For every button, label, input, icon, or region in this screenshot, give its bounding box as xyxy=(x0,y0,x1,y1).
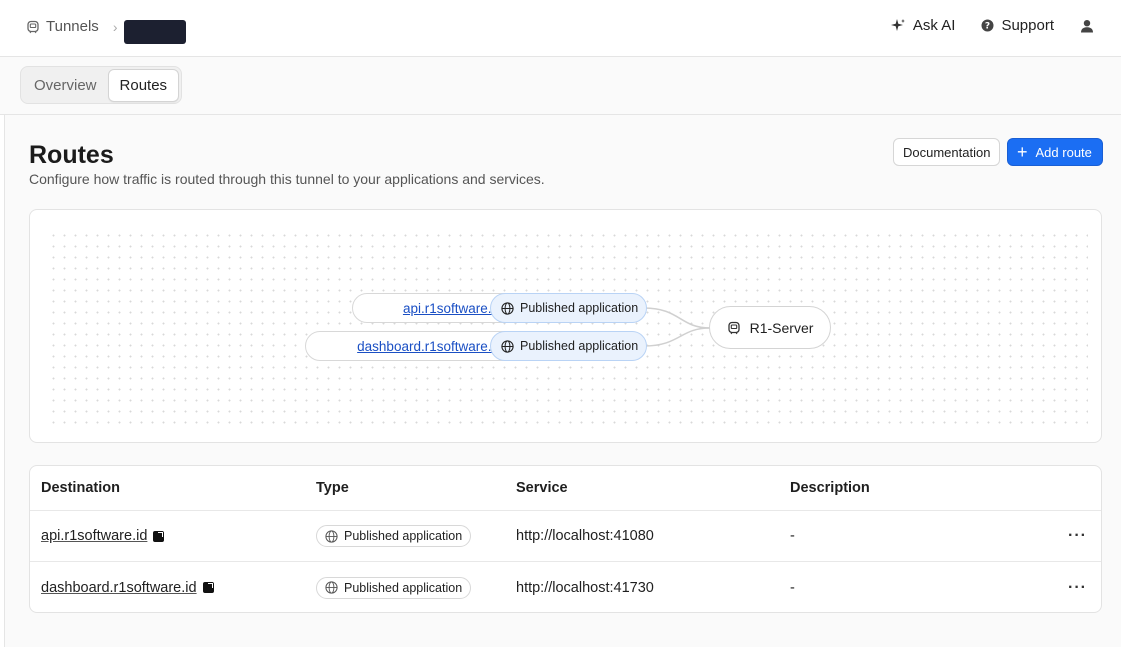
top-bar: Tunnels › Ask AI ? Support xyxy=(0,0,1121,57)
tab-routes[interactable]: Routes xyxy=(107,68,180,102)
column-header-description: Description xyxy=(790,480,870,496)
ask-ai-button[interactable]: Ask AI xyxy=(890,17,956,34)
description-cell: - xyxy=(790,528,795,544)
destination-cell: api.r1software.id xyxy=(41,511,165,561)
table-row: api.r1software.id Published application … xyxy=(30,511,1101,562)
external-link-icon[interactable] xyxy=(202,582,214,593)
type-cell: Published application xyxy=(316,511,472,561)
route-connectors xyxy=(643,307,711,347)
diagram-hostname-link[interactable]: api.r1software.id xyxy=(403,301,502,316)
row-actions-button[interactable]: ··· xyxy=(1068,511,1087,561)
destination-link[interactable]: api.r1software.id xyxy=(41,528,147,544)
chevron-right-icon: › xyxy=(112,18,118,35)
ask-ai-label: Ask AI xyxy=(912,17,956,34)
column-header-service: Service xyxy=(516,480,568,496)
svg-text:?: ? xyxy=(985,22,990,32)
tabs-row: Overview Routes xyxy=(0,57,1121,115)
type-badge-label: Published application xyxy=(344,580,463,595)
type-cell: Published application xyxy=(316,562,472,612)
plus-icon: + xyxy=(1017,142,1028,162)
external-link-icon[interactable] xyxy=(153,530,165,542)
description-cell: - xyxy=(790,579,795,596)
destination-cell: dashboard.r1software.id xyxy=(41,562,214,612)
tab-overview[interactable]: Overview xyxy=(23,70,108,101)
column-header-destination: Destination xyxy=(41,480,120,496)
sparkle-icon xyxy=(890,18,905,31)
breadcrumb: Tunnels › xyxy=(26,18,129,35)
tunnel-icon xyxy=(727,321,740,334)
breadcrumb-tunnels-link[interactable]: Tunnels xyxy=(46,18,99,35)
diagram-type-label: Published application xyxy=(520,301,639,315)
routes-diagram: api.r1software.id Published application … xyxy=(29,209,1102,443)
row-actions-button[interactable]: ··· xyxy=(1068,562,1087,612)
support-label: Support xyxy=(1001,17,1054,34)
server-name: R1-Server xyxy=(749,319,814,336)
page-subtitle: Configure how traffic is routed through … xyxy=(29,171,545,187)
globe-icon xyxy=(501,339,514,353)
breadcrumb-current-redacted xyxy=(124,20,186,44)
documentation-button[interactable]: Documentation xyxy=(893,138,1001,166)
diagram-route-type: Published application xyxy=(490,293,648,323)
diagram-server-node[interactable]: R1-Server xyxy=(709,306,831,349)
diagram-route-type: Published application xyxy=(490,331,648,361)
table-header: Destination Type Service Description xyxy=(30,466,1101,511)
type-badge-label: Published application xyxy=(344,529,463,543)
user-menu-button[interactable] xyxy=(1080,19,1101,33)
globe-icon xyxy=(501,301,514,315)
diagram-hostname-link[interactable]: dashboard.r1software.id xyxy=(357,339,502,354)
add-route-button[interactable]: + Add route xyxy=(1007,138,1103,166)
tunnel-icon xyxy=(27,20,39,33)
globe-icon xyxy=(325,529,338,543)
service-cell: http://localhost:41730 xyxy=(516,579,654,596)
support-button[interactable]: ? Support xyxy=(981,17,1054,34)
globe-icon xyxy=(325,581,338,594)
tab-bar: Overview Routes xyxy=(20,66,183,104)
page-title: Routes xyxy=(29,141,114,169)
routes-table: Destination Type Service Description api… xyxy=(29,465,1102,613)
diagram-type-label: Published application xyxy=(520,339,639,353)
user-icon xyxy=(1081,19,1093,32)
type-badge: Published application xyxy=(316,576,472,599)
destination-link[interactable]: dashboard.r1software.id xyxy=(41,580,197,596)
documentation-label: Documentation xyxy=(903,144,991,160)
column-header-type: Type xyxy=(316,480,349,496)
type-badge: Published application xyxy=(316,525,472,547)
help-circle-icon: ? xyxy=(981,19,994,32)
table-row: dashboard.r1software.id Published applic… xyxy=(30,562,1101,612)
add-route-label: Add route xyxy=(1035,144,1092,160)
header-actions: Ask AI ? Support xyxy=(864,17,1101,34)
service-cell: http://localhost:41080 xyxy=(516,528,654,544)
